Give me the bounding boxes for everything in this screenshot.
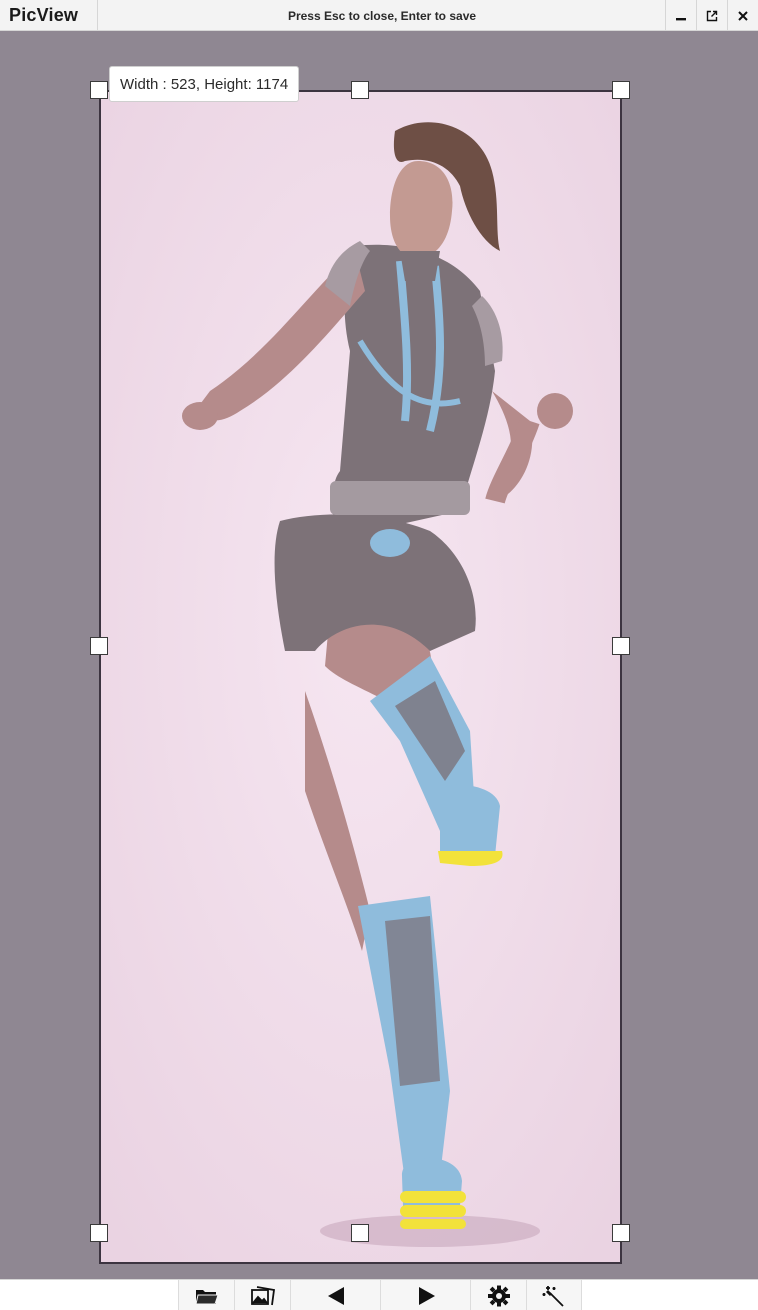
next-icon: [418, 1286, 435, 1305]
crop-handle-bottom[interactable]: [351, 1224, 369, 1242]
fullscreen-button[interactable]: [696, 0, 727, 31]
previous-button[interactable]: [290, 1280, 380, 1310]
settings-icon: [487, 1285, 510, 1306]
crop-handle-right[interactable]: [612, 637, 630, 655]
close-button[interactable]: [727, 0, 758, 31]
fullscreen-icon: [706, 10, 718, 21]
gallery-button[interactable]: [234, 1280, 290, 1310]
gallery-icon: [250, 1285, 275, 1305]
figure-illustration: [100, 91, 622, 1264]
minimize-icon: [676, 17, 686, 20]
photo: [100, 91, 622, 1264]
image-canvas[interactable]: Width : 523, Height: 1174: [0, 31, 758, 1279]
bottom-toolbar: [0, 1279, 758, 1310]
crop-handle-top-left[interactable]: [90, 81, 108, 99]
next-button[interactable]: [380, 1280, 470, 1310]
magic-wand-icon: [542, 1285, 564, 1307]
toolbar-buttons: [178, 1280, 582, 1310]
open-folder-button[interactable]: [178, 1280, 234, 1310]
hint-text: Press Esc to close, Enter to save: [287, 8, 477, 23]
title-bar: PicView Press Esc to close, Enter to sav…: [0, 0, 758, 31]
crop-handle-top-right[interactable]: [612, 81, 630, 99]
crop-handle-top[interactable]: [351, 81, 369, 99]
minimize-button[interactable]: [665, 0, 696, 31]
app-logo: PicView: [0, 0, 98, 31]
close-icon: [738, 10, 748, 21]
previous-icon: [327, 1286, 344, 1305]
open-folder-icon: [194, 1289, 219, 1304]
window-controls: [665, 0, 758, 31]
crop-handle-bottom-right[interactable]: [612, 1224, 630, 1242]
crop-size-label: Width : 523, Height: 1174: [109, 66, 300, 102]
settings-button[interactable]: [470, 1280, 526, 1310]
crop-handle-left[interactable]: [90, 637, 108, 655]
crop-handle-bottom-left[interactable]: [90, 1224, 108, 1242]
magic-wand-button[interactable]: [526, 1280, 582, 1310]
